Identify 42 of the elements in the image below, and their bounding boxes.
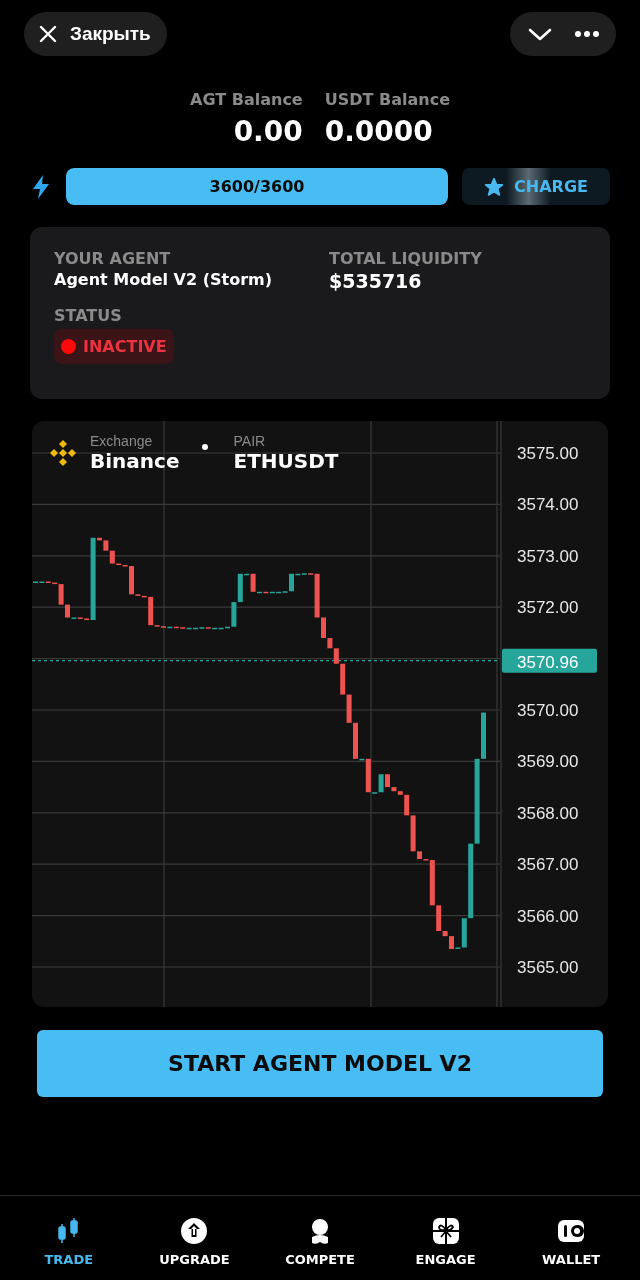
- price-tick: 3567.00: [517, 855, 579, 875]
- charge-button[interactable]: CHARGE: [462, 168, 610, 205]
- current-price-tag: 3570.96: [502, 648, 597, 673]
- star-icon: [484, 176, 505, 197]
- start-button[interactable]: START AGENT MODEL V2: [37, 1030, 603, 1097]
- price-tick: 3568.00: [517, 803, 579, 823]
- close-button[interactable]: Закрыть: [24, 12, 167, 56]
- price-tick: 3573.00: [517, 546, 579, 566]
- energy-reading: 3600/3600: [209, 177, 305, 196]
- diamond-logo-icon: [48, 438, 78, 468]
- more-icon[interactable]: [573, 30, 600, 38]
- price-tick: 3569.00: [517, 752, 579, 772]
- status-label: STATUS: [54, 306, 123, 325]
- price-tick: 3570.00: [517, 701, 579, 720]
- price-tick: 3572.00: [517, 598, 579, 618]
- liquidity-label: TOTAL LIQUIDITY: [329, 249, 483, 268]
- exchange-label: Exchange: [90, 433, 154, 449]
- balance-value: 0.0000: [324, 115, 433, 148]
- status-badge: INACTIVE: [54, 329, 174, 364]
- balance-value: 0.00: [233, 115, 303, 148]
- nav-tab[interactable]: COMPETE: [260, 1196, 380, 1280]
- nav-tab[interactable]: TRADE: [8, 1196, 129, 1280]
- price-tick: 3566.00: [517, 906, 579, 926]
- balance-label: AGT Balance: [190, 90, 303, 109]
- chevron-down-icon[interactable]: [526, 26, 553, 42]
- nav-tab[interactable]: ENGAGE: [385, 1196, 506, 1280]
- price-tick: 3565.00: [517, 958, 579, 977]
- nav-tab[interactable]: UPGRADE: [134, 1196, 255, 1280]
- gift-icon: [430, 1216, 461, 1246]
- agent-label: YOUR AGENT: [54, 249, 172, 268]
- nav-tab[interactable]: WALLET: [511, 1196, 632, 1280]
- close-icon: [38, 24, 58, 44]
- agent-name: Agent Model V2 (Storm): [54, 270, 273, 289]
- price-tick: 3574.00: [517, 495, 579, 515]
- exchange-name: Binance: [90, 449, 180, 473]
- separator-dot-icon: [201, 444, 208, 450]
- price-tick: 3575.00: [517, 444, 579, 463]
- liquidity-value: $535716: [329, 270, 423, 292]
- lightning-icon: [30, 173, 52, 200]
- balance-label: USDT Balance: [324, 90, 450, 109]
- pair-name: ETHUSDT: [233, 449, 339, 473]
- pair-label: PAIR: [233, 433, 267, 449]
